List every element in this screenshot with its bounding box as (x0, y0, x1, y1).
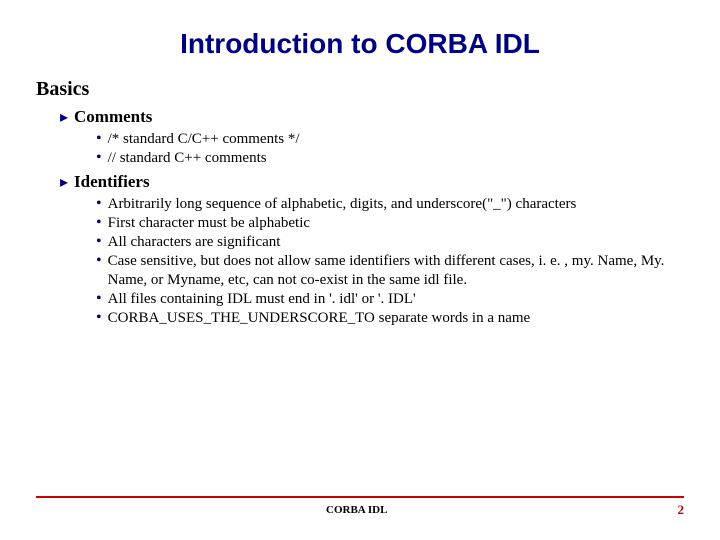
section-heading: Basics (36, 78, 684, 101)
list-item: • CORBA_USES_THE_UNDERSCORE_TO separate w… (96, 309, 684, 328)
footer: CORBA IDL 2 (36, 496, 684, 518)
topic-heading: Identifiers (74, 172, 150, 192)
list-text: All files containing IDL must end in '. … (108, 290, 684, 309)
dot-icon: • (96, 290, 102, 307)
footer-label: CORBA IDL (36, 504, 678, 516)
list-item: • /* standard C/C++ comments */ (96, 130, 684, 149)
content-region: Basics ▸ Comments • /* standard C/C++ com… (0, 60, 720, 328)
dot-icon: • (96, 195, 102, 212)
page-number: 2 (678, 502, 685, 518)
list-item: • Case sensitive, but does not allow same… (96, 252, 684, 290)
triangle-icon: ▸ (60, 173, 68, 193)
list-text: First character must be alphabetic (108, 214, 684, 233)
topic-comments: ▸ Comments (60, 107, 684, 128)
dot-icon: • (96, 309, 102, 326)
list-text: CORBA_USES_THE_UNDERSCORE_TO separate wo… (108, 309, 684, 328)
page-title: Introduction to CORBA IDL (0, 0, 720, 60)
list-item: • Arbitrarily long sequence of alphabetic… (96, 195, 684, 214)
list-item: • All files containing IDL must end in '.… (96, 290, 684, 309)
triangle-icon: ▸ (60, 108, 68, 128)
dot-icon: • (96, 233, 102, 250)
list-text: // standard C++ comments (108, 149, 684, 168)
dot-icon: • (96, 214, 102, 231)
dot-icon: • (96, 130, 102, 147)
dot-icon: • (96, 252, 102, 269)
list-item: • // standard C++ comments (96, 149, 684, 168)
comments-list: • /* standard C/C++ comments */ • // stand… (96, 130, 684, 168)
list-text: All characters are significant (108, 233, 684, 252)
list-item: • First character must be alphabetic (96, 214, 684, 233)
topic-heading: Comments (74, 107, 152, 127)
identifiers-list: • Arbitrarily long sequence of alphabetic… (96, 195, 684, 328)
list-item: • All characters are significant (96, 233, 684, 252)
list-text: /* standard C/C++ comments */ (108, 130, 684, 149)
dot-icon: • (96, 149, 102, 166)
list-text: Case sensitive, but does not allow same … (108, 252, 684, 290)
footer-rule (36, 496, 684, 498)
list-text: Arbitrarily long sequence of alphabetic,… (108, 195, 684, 214)
topic-identifiers: ▸ Identifiers (60, 172, 684, 193)
